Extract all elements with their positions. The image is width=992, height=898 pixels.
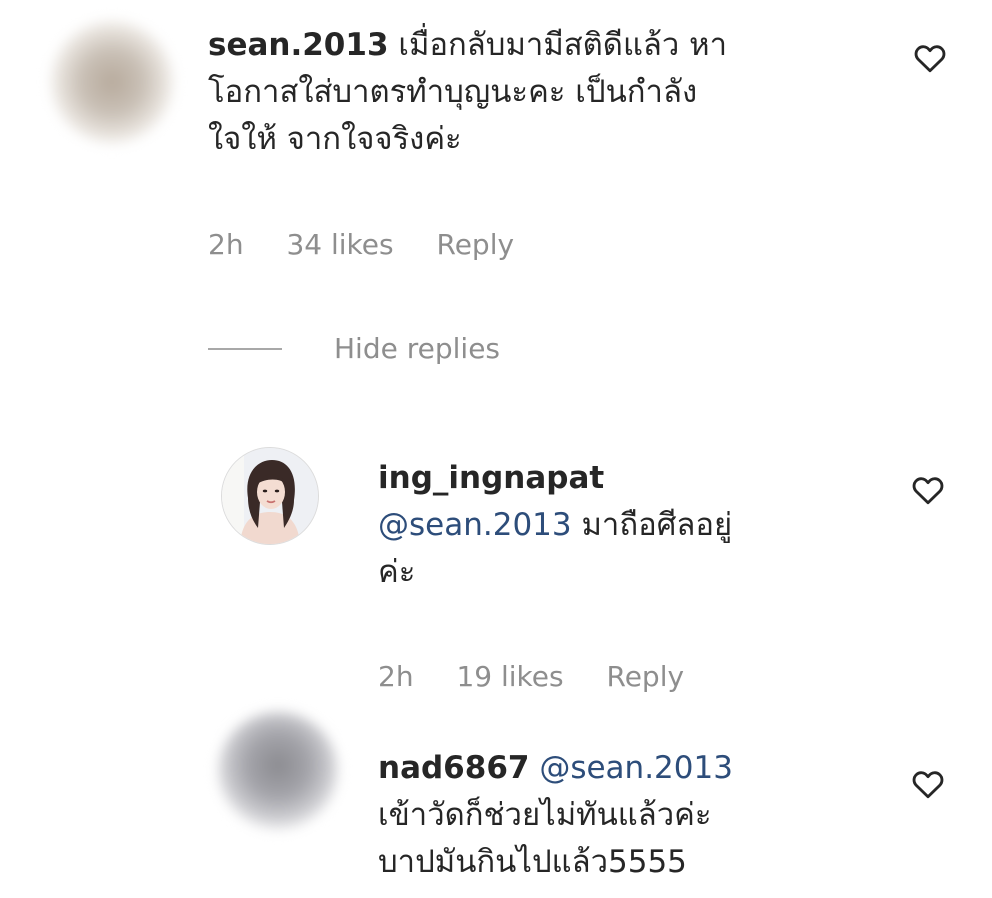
comment-text: nad6867 @sean.2013 เข้าวัดก็ช่วยไม่ทันแล…: [378, 745, 898, 886]
hide-replies-button[interactable]: Hide replies: [208, 332, 500, 365]
mention-link[interactable]: @sean.2013: [378, 507, 572, 543]
reply-button[interactable]: Reply: [437, 228, 515, 261]
comment-line: ใจให้ จากใจจริงค่ะ: [208, 121, 462, 157]
heart-icon[interactable]: [912, 40, 948, 76]
comment-line: เข้าวัดก็ช่วยไม่ทันแล้วค่ะ: [378, 797, 712, 833]
comment-line: มาถือศีลอยู่: [581, 507, 733, 543]
comment-line: เมื่อกลับมามีสติดีแล้ว หา: [398, 27, 728, 63]
profile-photo: [222, 448, 318, 544]
comment-meta: 2h 34 likes Reply: [208, 228, 548, 261]
comment-username[interactable]: ing_ingnapat: [378, 460, 604, 496]
comment-likes[interactable]: 19 likes: [456, 660, 563, 693]
comment-timestamp: 2h: [208, 228, 244, 261]
hide-replies-label: Hide replies: [334, 332, 501, 365]
comment-meta: 2h 19 likes Reply: [378, 660, 718, 693]
comment-text: sean.2013 เมื่อกลับมามีสติดีแล้ว หา โอกา…: [208, 22, 888, 163]
comment-likes[interactable]: 34 likes: [286, 228, 393, 261]
avatar[interactable]: [218, 712, 338, 830]
comment-username[interactable]: nad6867: [378, 750, 529, 786]
divider-line: [208, 347, 282, 350]
comment-line: โอกาสใส่บาตรทำบุญนะคะ เป็นกำลัง: [208, 74, 698, 110]
heart-icon[interactable]: [910, 766, 946, 802]
reply-button[interactable]: Reply: [607, 660, 685, 693]
comment-username[interactable]: sean.2013: [208, 27, 389, 63]
avatar[interactable]: [50, 20, 174, 144]
avatar[interactable]: [221, 447, 319, 545]
comment-text: ing_ingnapat @sean.2013 มาถือศีลอยู่ ค่ะ: [378, 455, 878, 596]
comment-timestamp: 2h: [378, 660, 414, 693]
comment-line: บาปมันกินไปแล้ว5555: [378, 844, 687, 880]
comment-line: ค่ะ: [378, 554, 416, 590]
heart-icon[interactable]: [910, 472, 946, 508]
mention-link[interactable]: @sean.2013: [539, 750, 733, 786]
